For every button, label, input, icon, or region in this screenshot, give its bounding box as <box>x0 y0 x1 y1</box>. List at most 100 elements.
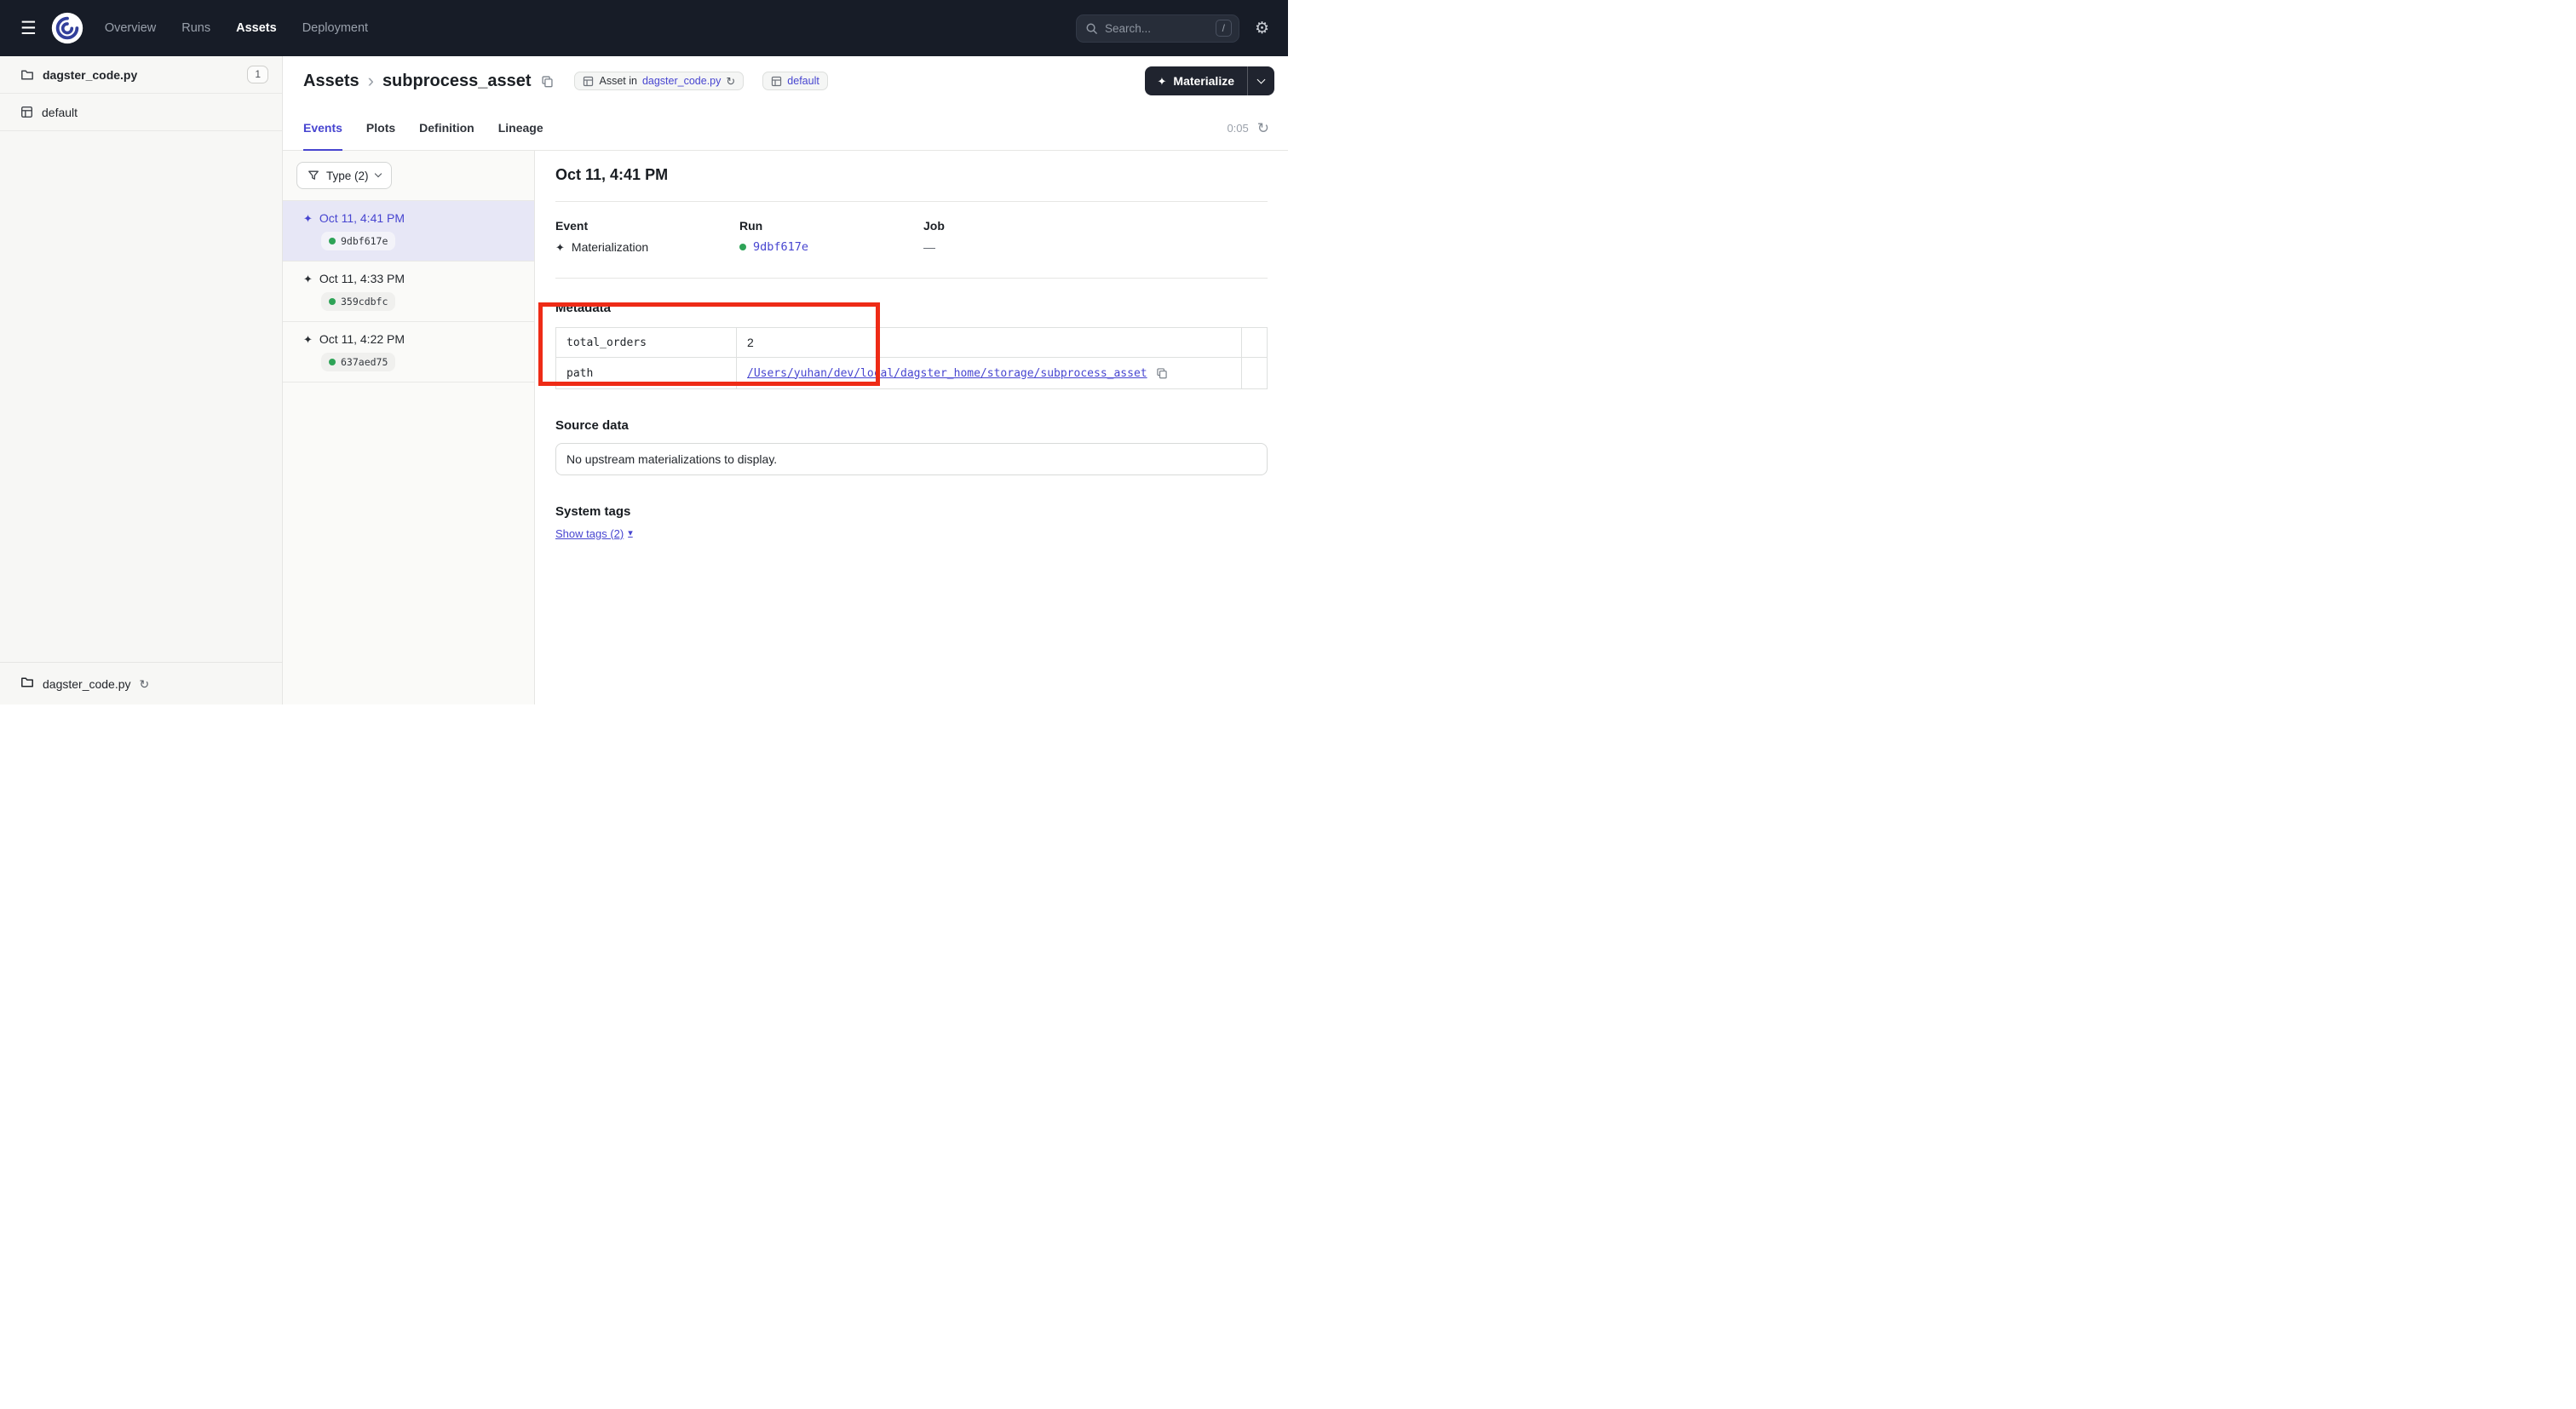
event-time-row: ✦ Oct 11, 4:22 PM <box>303 332 520 346</box>
materialize-button[interactable]: ✦ Materialize <box>1145 66 1248 95</box>
run-column: Run 9dbf617e <box>739 219 923 254</box>
copy-icon <box>541 75 554 88</box>
system-tags-heading: System tags <box>555 504 1268 519</box>
run-label: Run <box>739 219 923 233</box>
breadcrumb-assets-link[interactable]: Assets <box>303 72 359 91</box>
metadata-value: 2 <box>747 336 754 349</box>
refresh-icon[interactable]: ↻ <box>1257 121 1269 135</box>
metadata-key: total_orders <box>556 328 737 357</box>
copy-asset-name-button[interactable] <box>539 73 555 89</box>
events-list-panel: Type (2) ✦ Oct 11, 4:41 PM 9dbf617e <box>283 151 535 704</box>
show-tags-label: Show tags (2) <box>555 527 624 540</box>
event-label: Event <box>555 219 739 233</box>
folder-icon <box>20 676 34 692</box>
event-column: Event ✦ Materialization <box>555 219 739 254</box>
event-list-item[interactable]: ✦ Oct 11, 4:33 PM 359cdbfc <box>283 262 534 322</box>
breadcrumb: Assets › subprocess_asset Asset in dagst… <box>303 72 828 91</box>
asset-in-label: Asset in <box>599 75 636 87</box>
metadata-end-cell <box>1241 358 1267 388</box>
code-location-label: dagster_code.py <box>43 68 137 82</box>
materialization-icon: ✦ <box>555 242 565 253</box>
event-type-value: Materialization <box>572 240 648 254</box>
run-status-dot <box>739 244 746 250</box>
run-id-label: 359cdbfc <box>341 296 388 308</box>
nav-overview[interactable]: Overview <box>105 21 156 35</box>
materialization-icon: ✦ <box>303 273 313 285</box>
filter-bar: Type (2) <box>283 151 534 201</box>
nav-runs[interactable]: Runs <box>181 21 210 35</box>
asset-header: Assets › subprocess_asset Asset in dagst… <box>283 56 1288 95</box>
dagster-logo-icon <box>50 11 84 45</box>
reload-icon[interactable]: ↻ <box>140 678 150 690</box>
topnav-right: / ⚙ <box>1076 14 1269 43</box>
page-title-asset-name: subprocess_asset <box>382 72 532 91</box>
caret-down-icon: ▾ <box>628 529 633 538</box>
event-time-label: Oct 11, 4:22 PM <box>319 332 405 346</box>
refresh-area: 0:05 ↻ <box>1227 106 1269 150</box>
metadata-table: total_orders 2 path /Users/yuhan/dev/loc… <box>555 327 1268 389</box>
event-time-row: ✦ Oct 11, 4:33 PM <box>303 272 520 285</box>
gear-icon[interactable]: ⚙ <box>1255 20 1269 37</box>
table-icon <box>583 76 594 87</box>
reload-icon[interactable]: ↻ <box>726 76 735 87</box>
job-empty-value: — <box>923 240 935 254</box>
search-icon <box>1085 22 1098 35</box>
hamburger-icon: ☰ <box>20 19 37 38</box>
run-id-link[interactable]: 9dbf617e <box>753 240 808 254</box>
group-tag-link[interactable]: default <box>787 75 819 87</box>
nav-deployment[interactable]: Deployment <box>302 21 368 35</box>
source-data-empty-message: No upstream materializations to display. <box>566 452 777 466</box>
asset-count-badge: 1 <box>247 66 268 83</box>
event-list-item[interactable]: ✦ Oct 11, 4:22 PM 637aed75 <box>283 322 534 382</box>
primary-nav: Overview Runs Assets Deployment <box>105 21 368 35</box>
search-box[interactable]: / <box>1076 14 1239 43</box>
group-label: default <box>42 106 78 119</box>
tab-events[interactable]: Events <box>303 106 342 150</box>
show-tags-toggle[interactable]: Show tags (2) ▾ <box>555 527 633 540</box>
tab-lineage[interactable]: Lineage <box>498 106 543 150</box>
event-detail-panel: Oct 11, 4:41 PM Event ✦ Materialization … <box>535 151 1288 704</box>
events-split: Type (2) ✦ Oct 11, 4:41 PM 9dbf617e <box>283 151 1288 704</box>
event-list-item[interactable]: ✦ Oct 11, 4:41 PM 9dbf617e <box>283 201 534 262</box>
type-filter-label: Type (2) <box>326 170 369 182</box>
run-status-dot <box>329 298 336 305</box>
metadata-path-link[interactable]: /Users/yuhan/dev/local/dagster_home/stor… <box>747 367 1147 380</box>
folder-icon <box>20 68 34 82</box>
asset-group-icon <box>771 76 782 87</box>
copy-path-button[interactable] <box>1154 365 1170 381</box>
job-label: Job <box>923 219 1107 233</box>
run-id-tag[interactable]: 637aed75 <box>321 353 395 371</box>
materialize-label: Materialize <box>1173 74 1234 88</box>
nav-assets[interactable]: Assets <box>236 21 277 35</box>
code-location-tag[interactable]: Asset in dagster_code.py ↻ <box>574 72 744 90</box>
run-id-tag[interactable]: 9dbf617e <box>321 232 395 250</box>
materialize-dropdown-button[interactable] <box>1247 66 1274 95</box>
sidebar-item-code-location[interactable]: dagster_code.py 1 <box>0 56 282 94</box>
source-data-heading: Source data <box>555 418 1268 433</box>
filter-funnel-icon <box>308 170 319 181</box>
metadata-row: path /Users/yuhan/dev/local/dagster_home… <box>556 357 1267 388</box>
type-filter-button[interactable]: Type (2) <box>296 162 392 189</box>
sparkle-icon: ✦ <box>1158 76 1167 87</box>
chevron-down-icon <box>1257 75 1266 83</box>
tab-definition[interactable]: Definition <box>419 106 474 150</box>
metadata-heading: Metadata <box>555 301 1268 315</box>
copy-icon <box>1156 367 1168 379</box>
sidebar-bottom-code-location[interactable]: dagster_code.py ↻ <box>0 662 282 704</box>
code-location-link[interactable]: dagster_code.py <box>642 75 721 87</box>
tab-plots[interactable]: Plots <box>366 106 395 150</box>
event-time-label: Oct 11, 4:41 PM <box>319 211 405 225</box>
hamburger-menu-button[interactable]: ☰ <box>15 16 42 41</box>
materialization-icon: ✦ <box>303 334 313 345</box>
sidebar-item-default-group[interactable]: default <box>0 94 282 131</box>
search-input[interactable] <box>1105 22 1209 35</box>
asset-group-icon <box>20 106 33 118</box>
dagster-logo[interactable] <box>50 11 84 45</box>
group-tag[interactable]: default <box>762 72 828 90</box>
source-data-empty-box: No upstream materializations to display. <box>555 443 1268 475</box>
run-id-tag[interactable]: 359cdbfc <box>321 292 395 311</box>
tabs-row: Events Plots Definition Lineage 0:05 ↻ <box>283 106 1288 151</box>
bottom-code-location-label: dagster_code.py <box>43 677 131 691</box>
event-time-label: Oct 11, 4:33 PM <box>319 272 405 285</box>
main-content: Assets › subprocess_asset Asset in dagst… <box>283 56 1288 704</box>
